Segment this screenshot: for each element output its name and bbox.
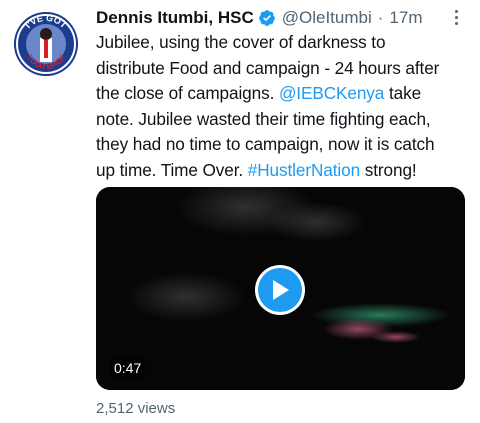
tweet-text-segment: take	[384, 83, 422, 104]
tweet-timestamp[interactable]: 17m	[389, 8, 422, 28]
author-name[interactable]: Dennis Itumbi, HSC	[96, 8, 254, 28]
header-separator: ·	[377, 8, 384, 27]
tweet-text-line: distribute Food and campaign - 24 hours …	[96, 56, 468, 82]
more-options-icon[interactable]	[448, 6, 464, 28]
tweet-text-segment: up time. Time Over.	[96, 159, 248, 180]
video-player[interactable]: 0:47	[96, 187, 465, 390]
tweet-text-line: they had no time to campaign, now it is …	[96, 132, 468, 158]
tweet-text: Jubilee, using the cover of darkness to d…	[96, 30, 468, 184]
mention-link[interactable]: @IEBCKenya	[279, 83, 384, 103]
tweet-header: Dennis Itumbi, HSC @OleItumbi · 17m	[96, 6, 466, 30]
tweet-text-segment: Jubilee, using the cover of darkness to	[96, 32, 386, 52]
play-icon	[258, 268, 302, 312]
tweet-text-segment: strong!	[360, 159, 417, 180]
tweet-text-line: note. Jubilee wasted their time fighting…	[96, 107, 468, 133]
tweet-text-segment: distribute Food and campaign - 24 hours …	[96, 57, 440, 78]
avatar[interactable]: I'VE GOT YOUR BACK	[14, 12, 78, 76]
verified-badge-icon	[258, 9, 276, 27]
tweet-text-line: the close of campaigns. @IEBCKenya take	[96, 81, 468, 107]
play-button[interactable]	[255, 265, 305, 315]
hashtag-link[interactable]: #HustlerNation	[248, 160, 360, 180]
video-duration: 0:47	[110, 358, 146, 378]
view-count: 2,512 views	[96, 400, 176, 417]
tweet-text-segment: they had no time to campaign, now it is …	[96, 134, 435, 155]
tweet-text-line: Jubilee, using the cover of darkness to	[96, 30, 468, 56]
tweet-text-segment: note. Jubilee wasted their time fighting…	[96, 108, 431, 129]
avatar-image: I'VE GOT YOUR BACK	[14, 12, 78, 76]
tweet-text-segment: the close of campaigns.	[96, 83, 279, 104]
tweet-text-line: up time. Time Over. #HustlerNation stron…	[96, 158, 468, 184]
author-handle[interactable]: @OleItumbi	[282, 8, 372, 28]
